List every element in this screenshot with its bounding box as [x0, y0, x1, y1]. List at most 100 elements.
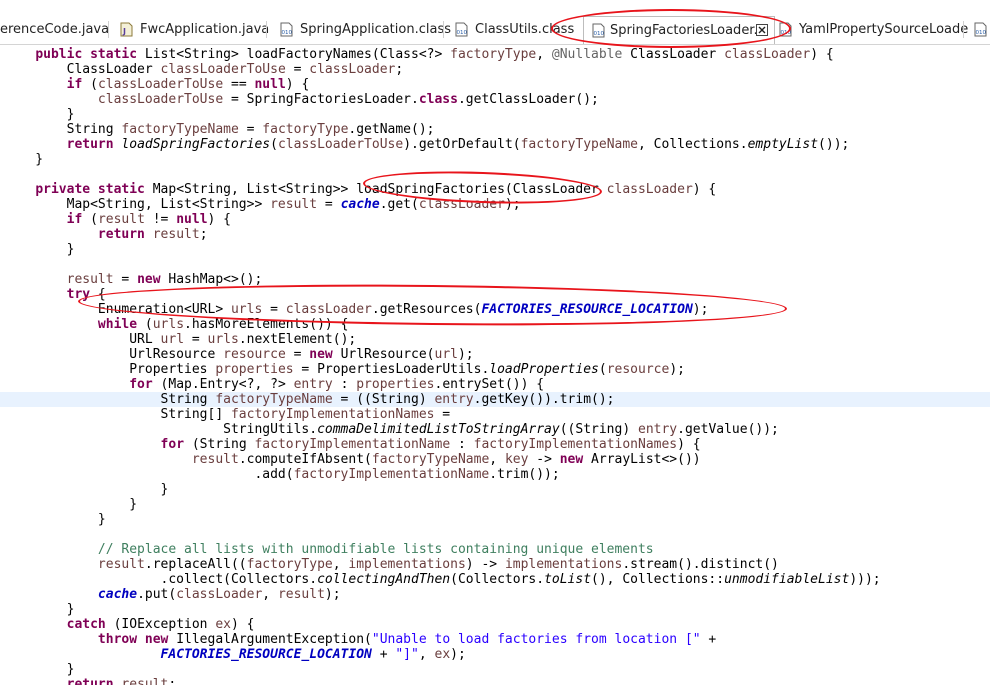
code-line[interactable]: Enumeration<URL> urls = classLoader.getR… — [0, 302, 990, 317]
code-line[interactable]: while (urls.hasMoreElements()) { — [0, 317, 990, 332]
code-token: cache — [97, 587, 138, 602]
code-token: result — [121, 677, 169, 685]
code-token: null — [254, 77, 286, 92]
code-token: (), Collections:: — [591, 572, 725, 587]
code-line[interactable]: classLoaderToUse = SpringFactoriesLoader… — [0, 92, 990, 107]
code-line[interactable] — [0, 167, 990, 182]
code-line[interactable]: for (Map.Entry<?, ?> entry : properties.… — [0, 377, 990, 392]
code-token: String — [4, 122, 122, 137]
code-token: List<String> loadFactoryNames(Class<?> — [137, 47, 451, 62]
code-line[interactable]: URL url = urls.nextElement(); — [0, 332, 990, 347]
code-line[interactable]: return loadSpringFactories(classLoaderTo… — [0, 137, 990, 152]
tab-spring-factories-loader[interactable]: 010 SpringFactoriesLoader.cl — [583, 16, 775, 44]
code-line[interactable]: String[] factoryImplementationNames = — [0, 407, 990, 422]
code-line[interactable]: result.replaceAll((factoryType, implemen… — [0, 557, 990, 572]
tab-class-utils[interactable]: 010 ClassUtils.class — [454, 16, 579, 44]
code-line[interactable]: try { — [0, 287, 990, 302]
code-line[interactable]: } — [0, 497, 990, 512]
code-line[interactable]: result = new HashMap<>(); — [0, 272, 990, 287]
code-text: cache.put(classLoader, result); — [4, 587, 341, 602]
code-line[interactable]: result.computeIfAbsent(factoryTypeName, … — [0, 452, 990, 467]
code-line[interactable]: } — [0, 152, 990, 167]
tab-yaml-property-source-loader[interactable]: 010 YamlPropertySourceLoade — [778, 16, 968, 44]
code-line[interactable]: return result; — [0, 677, 990, 685]
code-text: .add(factoryImplementationName.trim()); — [4, 467, 559, 482]
code-line[interactable] — [0, 527, 990, 542]
code-token: ( — [82, 212, 98, 227]
code-token: (IOException — [105, 617, 216, 632]
code-line[interactable]: return result; — [0, 227, 990, 242]
code-token: ; — [395, 62, 404, 77]
code-text: } — [4, 662, 75, 677]
code-line[interactable]: String factoryTypeName = ((String) entry… — [0, 392, 990, 407]
code-token: ( — [270, 137, 278, 152]
code-token: ); — [692, 302, 709, 317]
code-line[interactable]: String factoryTypeName = factoryType.get… — [0, 122, 990, 137]
class-file-icon: 010 — [974, 22, 987, 37]
code-text: } — [4, 482, 169, 497]
code-line[interactable]: UrlResource resource = new UrlResource(u… — [0, 347, 990, 362]
code-line[interactable] — [0, 257, 990, 272]
code-token: result — [270, 197, 318, 212]
code-line[interactable]: if (classLoaderToUse == null) { — [0, 77, 990, 92]
code-token: ArrayList<>()) — [583, 452, 701, 467]
code-line[interactable]: } — [0, 242, 990, 257]
close-icon[interactable] — [756, 24, 768, 36]
code-token: ) { — [810, 47, 834, 62]
tab-overflow[interactable]: 010 — [973, 16, 990, 44]
code-token: private static — [35, 182, 145, 197]
code-line[interactable]: .collect(Collectors.collectingAndThen(Co… — [0, 572, 990, 587]
code-text: result.replaceAll((factoryType, implemen… — [4, 557, 779, 572]
code-editor[interactable]: public static List<String> loadFactoryNa… — [0, 45, 990, 685]
code-text: URL url = urls.nextElement(); — [4, 332, 356, 347]
code-token: factoryTypeName — [121, 122, 239, 137]
code-line[interactable]: } — [0, 662, 990, 677]
code-line[interactable]: catch (IOException ex) { — [0, 617, 990, 632]
code-token: ) { — [677, 437, 701, 452]
code-line[interactable]: FACTORIES_RESOURCE_LOCATION + "]", ex); — [0, 647, 990, 662]
code-line[interactable]: StringUtils.commaDelimitedListToStringAr… — [0, 422, 990, 437]
code-line[interactable]: .add(factoryImplementationName.trim()); — [0, 467, 990, 482]
tab-reference-code[interactable]: erenceCode.java — [0, 16, 114, 44]
code-line[interactable]: for (String factoryImplementationName : … — [0, 437, 990, 452]
code-token: ex — [434, 647, 451, 662]
code-token: = PropertiesLoaderUtils. — [293, 362, 490, 377]
code-line[interactable]: ClassLoader classLoaderToUse = classLoad… — [0, 62, 990, 77]
code-token: ()); — [818, 137, 850, 152]
code-line[interactable]: throw new IllegalArgumentException("Unab… — [0, 632, 990, 647]
code-token: ); — [457, 347, 474, 362]
code-token: = — [285, 347, 310, 362]
code-token: ClassLoader — [4, 62, 161, 77]
tab-fwc-application[interactable]: J FwcApplication.java — [119, 16, 269, 44]
code-line[interactable]: } — [0, 512, 990, 527]
code-line[interactable]: } — [0, 107, 990, 122]
code-text: Map<String, List<String>> result = cache… — [4, 197, 521, 212]
code-line[interactable]: } — [0, 482, 990, 497]
tab-spring-application[interactable]: 010 SpringApplication.class — [279, 16, 451, 44]
code-line[interactable]: Properties properties = PropertiesLoader… — [0, 362, 990, 377]
code-line[interactable]: if (result != null) { — [0, 212, 990, 227]
code-token: ))); — [849, 572, 881, 587]
code-line[interactable]: cache.put(classLoader, result); — [0, 587, 990, 602]
code-token: (Collectors. — [450, 572, 545, 587]
code-token: public static — [35, 47, 138, 62]
code-text: ClassLoader classLoaderToUse = classLoad… — [4, 62, 404, 77]
code-line[interactable]: public static List<String> loadFactoryNa… — [0, 47, 990, 62]
code-line[interactable]: private static Map<String, List<String>>… — [0, 182, 990, 197]
code-token: catch — [66, 617, 106, 632]
code-token: .collect(Collectors. — [4, 572, 318, 587]
code-line[interactable]: } — [0, 602, 990, 617]
code-token: classLoader — [176, 587, 263, 602]
tab-separator — [443, 21, 444, 38]
tab-label: erenceCode.java — [0, 22, 110, 37]
code-line[interactable]: Map<String, List<String>> result = cache… — [0, 197, 990, 212]
code-token: ; — [199, 227, 208, 242]
code-line[interactable]: // Replace all lists with unmodifiable l… — [0, 542, 990, 557]
code-token: classLoader — [724, 47, 811, 62]
